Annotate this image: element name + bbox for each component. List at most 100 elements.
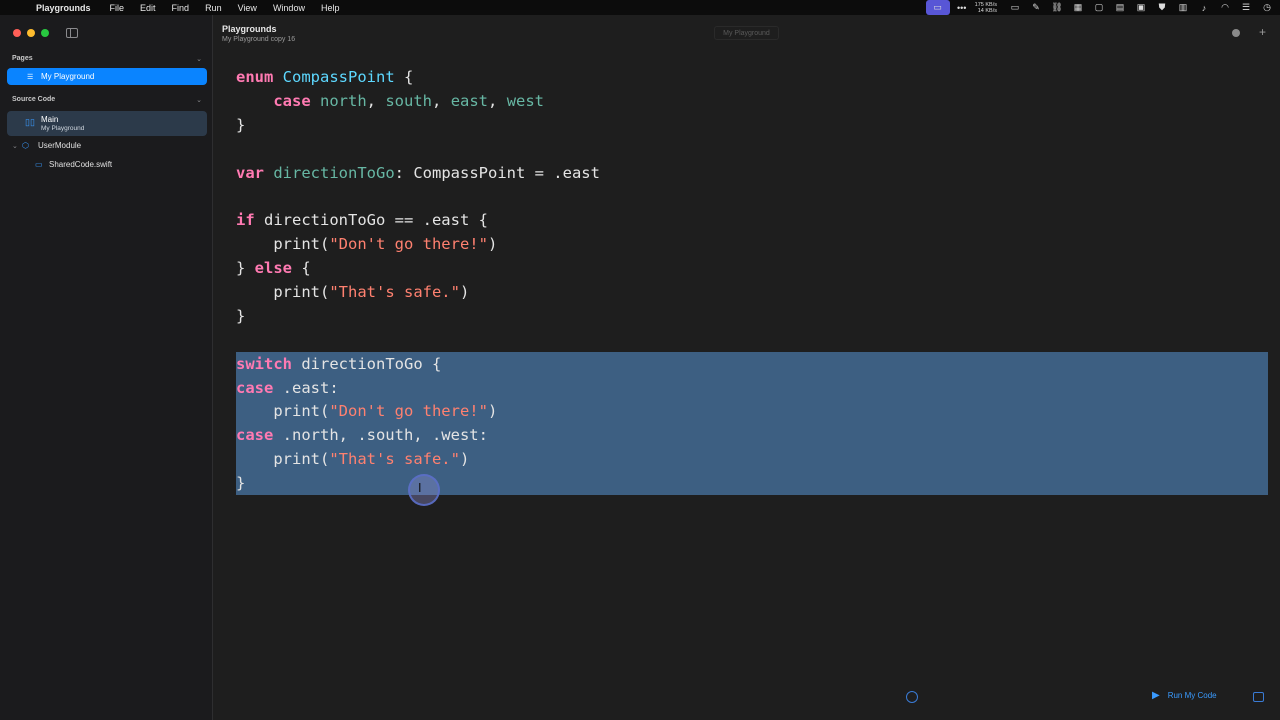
code-line: } xyxy=(236,114,600,138)
code-text: directionToGo == .east { xyxy=(254,211,488,230)
menu-view[interactable]: View xyxy=(238,3,257,13)
network-speed: 175 KB/s 14 KB/s xyxy=(975,2,997,14)
screen-mirroring-icon[interactable]: ▭ xyxy=(925,0,950,15)
code-string: "Don't go there!" xyxy=(329,235,488,254)
battery-icon[interactable]: ▭ xyxy=(1006,0,1024,15)
code-string: "Don't go there!" xyxy=(329,402,488,421)
grid-icon[interactable]: ▦ xyxy=(1069,0,1087,15)
code-line: var directionToGo: CompassPoint = .east xyxy=(236,162,600,186)
code-text: } xyxy=(236,259,255,278)
more-icon[interactable]: ••• xyxy=(953,0,971,15)
menu-find[interactable]: Find xyxy=(172,3,190,13)
code-keyword: enum xyxy=(236,68,274,86)
code-line: print("Don't go there!") xyxy=(236,233,600,257)
run-my-code-button[interactable]: ▶ Run My Code xyxy=(1152,690,1217,701)
volume-icon[interactable]: ♪ xyxy=(1195,0,1213,15)
code-text: } xyxy=(236,306,246,325)
status-dot-icon[interactable] xyxy=(1232,29,1240,37)
code-text: .east: xyxy=(273,378,339,397)
code-line: } else { xyxy=(236,257,600,281)
code-text: ) xyxy=(459,450,470,469)
code-text: print( xyxy=(273,402,330,421)
sidebar-item-my-playground[interactable]: ☰ My Playground xyxy=(7,68,207,85)
code-line: print("Don't go there!") xyxy=(236,400,600,424)
play-icon: ▶ xyxy=(1152,690,1160,701)
shield-icon[interactable]: ⛊ xyxy=(1153,0,1171,15)
pages-section-header[interactable]: Pages ⌄ xyxy=(12,55,202,63)
chevron-down-icon[interactable]: ⌄ xyxy=(196,96,202,104)
menu-window[interactable]: Window xyxy=(273,3,305,13)
code-text: ) xyxy=(487,402,498,421)
sidebar: Pages ⌄ ☰ My Playground Source Code ⌄ ▯▯… xyxy=(0,15,213,720)
tab-my-playground[interactable]: My Playground xyxy=(714,26,779,40)
code-line: enum CompassPoint { xyxy=(236,66,600,90)
code-line: case .east: xyxy=(236,377,600,401)
code-text: print( xyxy=(273,450,330,469)
code-text: .north, .south, .west: xyxy=(273,426,488,445)
window-subtitle: My Playground copy 16 xyxy=(222,36,296,43)
wifi-icon[interactable]: ◠ xyxy=(1216,0,1234,15)
code-keyword: else xyxy=(254,259,292,278)
menu-help[interactable]: Help xyxy=(321,3,340,13)
timer-icon[interactable] xyxy=(906,691,918,703)
code-identifier: directionToGo xyxy=(273,163,395,182)
code-keyword: if xyxy=(236,211,255,230)
menu-run[interactable]: Run xyxy=(205,3,222,13)
code-identifier: west xyxy=(506,91,545,110)
code-line: } xyxy=(236,305,600,329)
source-code-section-header[interactable]: Source Code ⌄ xyxy=(12,96,202,104)
menu-app-name[interactable]: Playgrounds xyxy=(36,3,91,13)
code-text: } xyxy=(236,474,246,493)
add-icon[interactable]: + xyxy=(1259,25,1266,39)
sidebar-item-usermodule[interactable]: ⌄ ⬡ UserModule xyxy=(12,141,81,150)
zoom-window-button[interactable] xyxy=(41,29,49,37)
code-keyword: case xyxy=(273,91,311,110)
code-line: case north, south, east, west xyxy=(273,91,545,110)
clock-icon[interactable]: ◷ xyxy=(1258,0,1276,15)
message-icon[interactable]: ▤ xyxy=(1111,0,1129,15)
code-text: } xyxy=(236,115,246,134)
code-text: print( xyxy=(273,235,330,254)
display-icon[interactable]: ▥ xyxy=(1174,0,1192,15)
window-controls xyxy=(13,29,49,37)
file-label: SharedCode.swift xyxy=(49,160,113,169)
close-window-button[interactable] xyxy=(13,29,21,37)
calendar-icon[interactable]: ▣ xyxy=(1132,0,1150,15)
code-keyword: case xyxy=(236,426,274,445)
menu-file[interactable]: File xyxy=(110,3,125,13)
code-line: switch directionToGo { xyxy=(236,353,600,377)
menu-bar: Playgrounds File Edit Find Run View Wind… xyxy=(0,0,1280,15)
code-editor[interactable]: enum CompassPoint { case north, south, e… xyxy=(236,66,600,496)
code-identifier: north xyxy=(320,91,367,110)
minimize-window-button[interactable] xyxy=(27,29,35,37)
main-item-title: Main xyxy=(41,115,59,124)
code-keyword: case xyxy=(236,378,274,397)
module-icon: ⬡ xyxy=(22,141,29,150)
code-line: if directionToGo == .east { xyxy=(236,209,600,233)
pen-icon[interactable]: ✎ xyxy=(1027,0,1045,15)
window-icon[interactable]: ▢ xyxy=(1090,0,1108,15)
console-icon[interactable] xyxy=(1253,692,1264,702)
source-header-label: Source Code xyxy=(12,96,56,103)
mouse-cursor-highlight xyxy=(408,474,440,506)
sidebar-toggle-icon[interactable] xyxy=(66,28,78,38)
code-keyword: switch xyxy=(236,354,292,373)
module-label: UserModule xyxy=(38,141,82,150)
code-line: print("That's safe.") xyxy=(236,281,600,305)
net-down: 14 KB/s xyxy=(977,7,997,14)
chevron-down-icon[interactable]: ⌄ xyxy=(196,55,202,63)
code-text: directionToGo { xyxy=(292,354,442,373)
link-icon[interactable]: ⛓ xyxy=(1048,0,1066,15)
code-text: : CompassPoint = .east xyxy=(394,163,600,182)
sidebar-item-main[interactable]: ▯▯ Main My Playground xyxy=(7,111,207,136)
sidebar-item-sharedcode[interactable]: ▭ SharedCode.swift xyxy=(35,160,112,169)
chevron-down-icon[interactable]: ⌄ xyxy=(12,142,22,150)
code-text: ) xyxy=(459,283,470,302)
file-icon: ▭ xyxy=(35,160,43,169)
run-my-code-label: Run My Code xyxy=(1167,691,1217,700)
control-center-icon[interactable]: ☰ xyxy=(1237,0,1255,15)
menu-edit[interactable]: Edit xyxy=(140,3,156,13)
